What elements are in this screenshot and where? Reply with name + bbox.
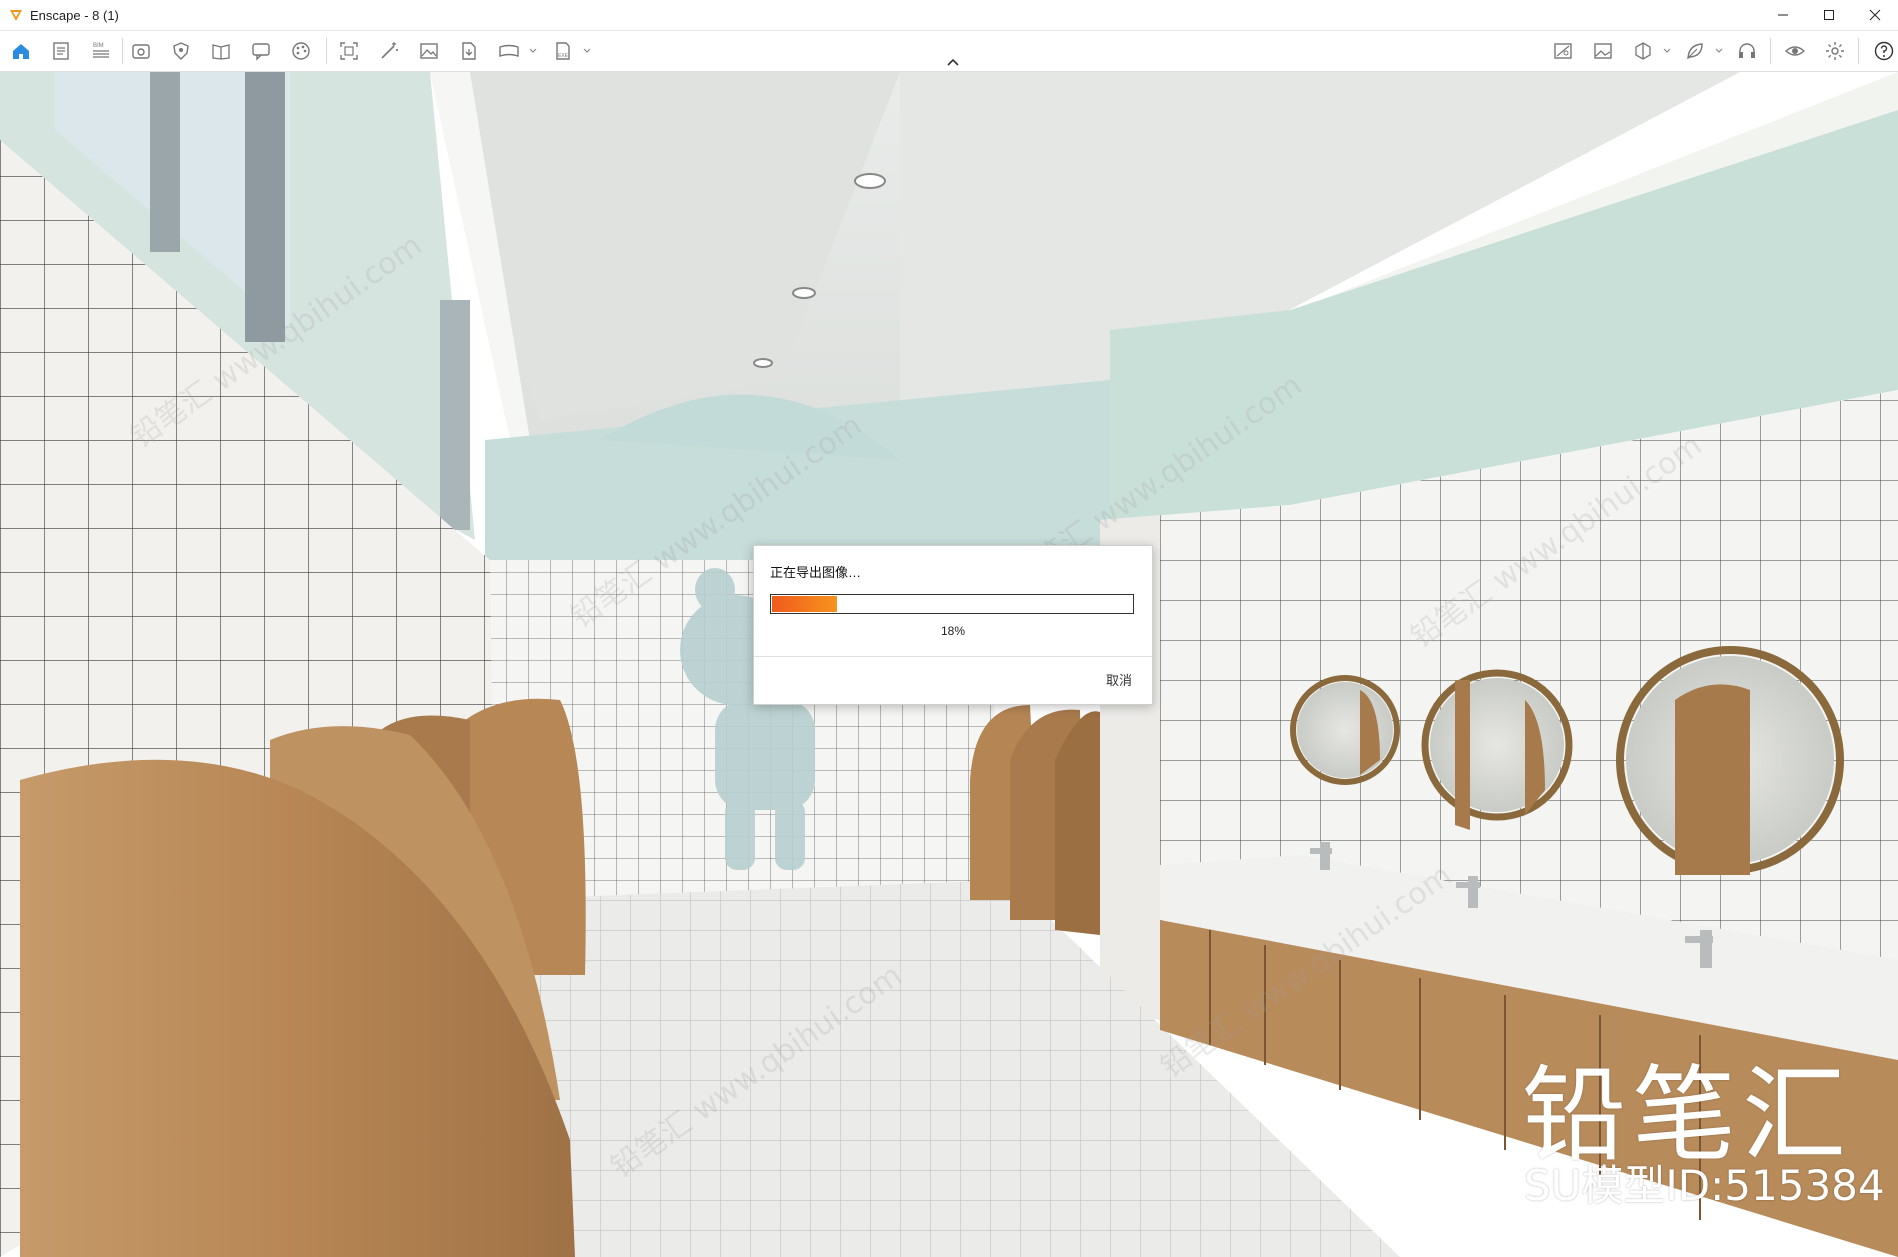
exe-icon: EXE — [556, 42, 570, 60]
dialog-divider — [754, 656, 1152, 657]
leaf-button[interactable] — [1680, 36, 1710, 66]
capture-button[interactable] — [334, 36, 364, 66]
palette-button[interactable] — [286, 36, 316, 66]
collapse-toolbar-chevron-icon[interactable] — [944, 56, 962, 68]
help-icon — [1874, 41, 1894, 61]
shield-button[interactable] — [166, 36, 196, 66]
toolbar-separator — [122, 38, 123, 64]
headset-icon — [1739, 43, 1755, 58]
view-icon — [132, 44, 150, 59]
toolbar-separator — [326, 38, 327, 64]
chevron-down-icon[interactable] — [582, 46, 592, 56]
toolbar-separator — [1858, 38, 1859, 64]
panorama-button[interactable] — [494, 36, 524, 66]
exe-label: EXE — [558, 53, 569, 59]
settings-icon — [1826, 42, 1844, 60]
title-bar: Enscape - 8 (1) — [0, 0, 1898, 31]
view-button[interactable] — [126, 36, 156, 66]
watermark-model-id: SU模型ID:515384 — [1524, 1161, 1885, 1210]
settings-button[interactable] — [1820, 36, 1850, 66]
eye-button[interactable] — [1780, 36, 1810, 66]
dialog-title: 正在导出图像… — [770, 565, 862, 580]
cube-icon — [1635, 42, 1651, 60]
bim-button[interactable]: BIM — [86, 36, 116, 66]
magic-icon — [381, 42, 398, 59]
document-button[interactable] — [46, 36, 76, 66]
export-progress-bar — [770, 594, 1134, 614]
magic-button[interactable] — [374, 36, 404, 66]
image-icon — [420, 43, 438, 59]
export-button[interactable] — [454, 36, 484, 66]
close-icon — [1869, 9, 1881, 21]
bim-icon: BIM — [93, 43, 109, 58]
home-button[interactable] — [6, 36, 36, 66]
image-button[interactable] — [414, 36, 444, 66]
headset-button[interactable] — [1732, 36, 1762, 66]
window-controls — [1760, 0, 1898, 30]
chat-icon — [252, 43, 270, 61]
chevron-down-icon[interactable] — [1662, 46, 1672, 56]
minimize-button[interactable] — [1760, 0, 1806, 30]
panorama-icon — [499, 44, 519, 57]
export-progress-dialog: 正在导出图像… 18% 取消 — [753, 545, 1153, 705]
eye-icon — [1784, 46, 1806, 56]
palette-icon — [292, 42, 310, 60]
book-button[interactable] — [206, 36, 236, 66]
cancel-button[interactable]: 取消 — [1106, 670, 1132, 689]
leaf-icon — [1687, 43, 1703, 60]
minimize-icon — [1778, 14, 1788, 16]
close-button[interactable] — [1852, 0, 1898, 30]
progress-percent: 18% — [940, 624, 966, 638]
exe-button[interactable]: EXE — [548, 36, 578, 66]
bim-label: BIM — [93, 43, 104, 49]
chevron-down-icon[interactable] — [528, 46, 538, 56]
gallery-button[interactable] — [1588, 36, 1618, 66]
file-icon — [53, 42, 69, 60]
toolbar-separator — [1770, 38, 1771, 64]
maximize-icon — [1824, 10, 1834, 20]
progress-fill — [772, 596, 837, 612]
book-icon — [212, 44, 230, 60]
chevron-down-icon[interactable] — [1714, 46, 1724, 56]
shield-icon — [173, 42, 189, 60]
export-icon — [462, 42, 476, 60]
home-icon — [13, 44, 29, 59]
help-button[interactable] — [1869, 36, 1898, 66]
enscape-logo-icon — [10, 10, 22, 21]
cube-button[interactable] — [1628, 36, 1658, 66]
gallery-icon — [1594, 43, 1612, 59]
window-title: Enscape - 8 (1) — [30, 7, 119, 23]
chat-button[interactable] — [246, 36, 276, 66]
map-button[interactable] — [1548, 36, 1578, 66]
map-icon — [1554, 43, 1572, 59]
maximize-button[interactable] — [1806, 0, 1852, 30]
capture-icon — [340, 42, 358, 60]
